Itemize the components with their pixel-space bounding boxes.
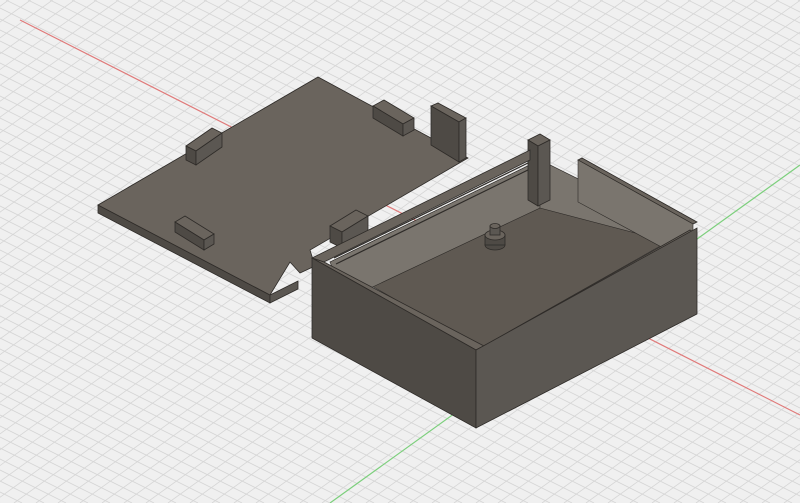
3d-scene[interactable]	[0, 0, 800, 503]
3d-viewport[interactable]	[0, 0, 800, 503]
box-corner-post	[527, 133, 551, 207]
